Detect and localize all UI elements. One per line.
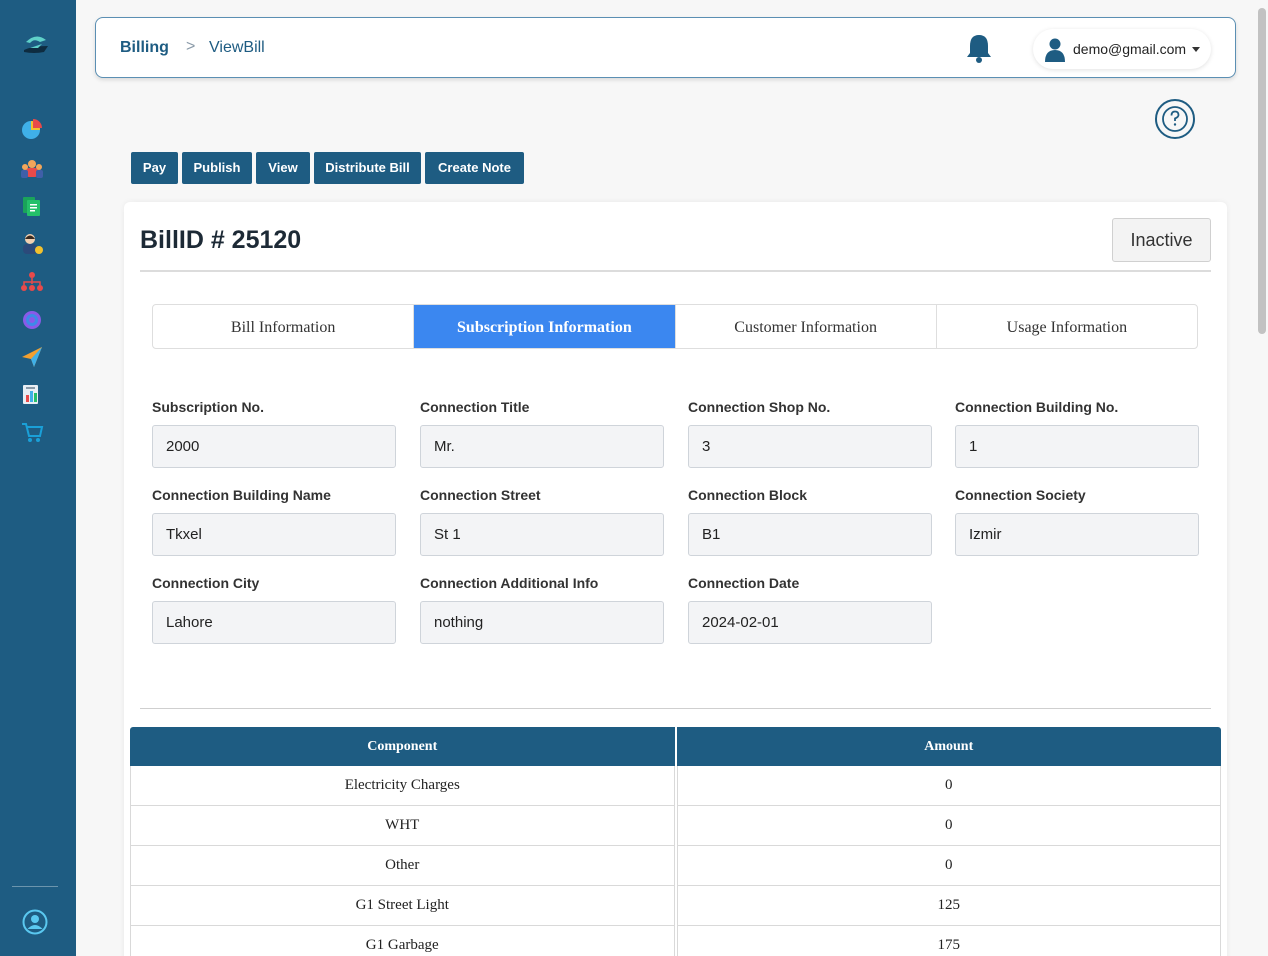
create-note-button[interactable]: Create Note xyxy=(425,152,524,184)
connection-society-label: Connection Society xyxy=(955,487,1086,503)
cart-icon[interactable] xyxy=(20,420,44,444)
connection-shop-no-field[interactable] xyxy=(688,425,932,468)
team-icon[interactable] xyxy=(20,157,44,181)
table-row: G1 Street Light 125 xyxy=(130,886,1221,926)
app-logo-icon[interactable] xyxy=(22,34,50,56)
section-divider xyxy=(140,708,1211,709)
report-icon[interactable] xyxy=(20,383,44,407)
connection-additional-info-label: Connection Additional Info xyxy=(420,575,599,591)
breadcrumb-current: ViewBill xyxy=(209,39,265,56)
profile-icon[interactable] xyxy=(22,909,48,935)
tab-subscription-information[interactable]: Subscription Information xyxy=(414,305,676,348)
table-row: Other 0 xyxy=(130,846,1221,886)
title-divider xyxy=(140,270,1211,272)
table-row: Electricity Charges 0 xyxy=(130,766,1221,806)
user-email: demo@gmail.com xyxy=(1073,41,1187,57)
column-header-amount: Amount xyxy=(924,739,974,754)
amount-cell: 0 xyxy=(676,806,1221,846)
customer-icon[interactable] xyxy=(20,232,44,256)
publish-button[interactable]: Publish xyxy=(182,152,252,184)
breadcrumb-separator-icon: > xyxy=(186,38,196,55)
question-mark-icon xyxy=(1162,106,1188,132)
settings-gear-icon[interactable] xyxy=(20,308,44,332)
connection-additional-info-field[interactable] xyxy=(420,601,664,644)
connection-building-name-field[interactable] xyxy=(152,513,396,556)
table-header: Component Amount xyxy=(130,727,1221,766)
amount-cell: 0 xyxy=(676,766,1221,806)
user-menu[interactable]: demo@gmail.com xyxy=(1033,29,1211,69)
page-scrollbar[interactable] xyxy=(1258,8,1266,334)
connection-title-field[interactable] xyxy=(420,425,664,468)
connection-street-label: Connection Street xyxy=(420,487,541,503)
connection-block-field[interactable] xyxy=(688,513,932,556)
notification-bell-icon[interactable] xyxy=(964,32,994,64)
top-header: Billing > ViewBill demo@gmail.com xyxy=(95,17,1236,78)
connection-date-field[interactable] xyxy=(688,601,932,644)
help-icon[interactable] xyxy=(1155,99,1195,139)
connection-building-no-field[interactable] xyxy=(955,425,1199,468)
component-cell: WHT xyxy=(130,806,675,846)
column-header-component: Component xyxy=(130,727,677,766)
tab-bill-information[interactable]: Bill Information xyxy=(153,305,415,348)
dashboard-pie-icon[interactable] xyxy=(20,117,44,141)
sidebar-divider xyxy=(12,886,58,887)
connection-building-name-label: Connection Building Name xyxy=(152,487,331,503)
info-tabs: Bill Information Subscription Informatio… xyxy=(152,304,1198,349)
distribute-bill-button[interactable]: Distribute Bill xyxy=(314,152,421,184)
sidebar xyxy=(0,0,76,956)
component-cell: G1 Street Light xyxy=(130,886,675,926)
subscription-no-label: Subscription No. xyxy=(152,399,264,415)
connection-city-field[interactable] xyxy=(152,601,396,644)
tab-usage-information[interactable]: Usage Information xyxy=(937,305,1197,348)
user-icon xyxy=(1045,38,1065,62)
connection-building-no-label: Connection Building No. xyxy=(955,399,1119,415)
hierarchy-icon[interactable] xyxy=(20,270,44,294)
component-cell: Other xyxy=(130,846,675,886)
component-cell: Electricity Charges xyxy=(130,766,675,806)
status-button[interactable]: Inactive xyxy=(1112,218,1211,262)
bill-title: BillID # 25120 xyxy=(140,226,302,254)
chevron-down-icon xyxy=(1192,47,1200,52)
bill-card: BillID # 25120 Inactive Bill Information… xyxy=(124,202,1227,956)
table-row: WHT 0 xyxy=(130,806,1221,846)
view-button[interactable]: View xyxy=(256,152,310,184)
connection-street-field[interactable] xyxy=(420,513,664,556)
subscription-no-field[interactable] xyxy=(152,425,396,468)
components-table: Component Amount Electricity Charges 0 W… xyxy=(130,727,1221,956)
connection-shop-no-label: Connection Shop No. xyxy=(688,399,831,415)
component-cell: G1 Garbage xyxy=(130,926,675,956)
amount-cell: 125 xyxy=(676,886,1221,926)
connection-date-label: Connection Date xyxy=(688,575,800,591)
connection-city-label: Connection City xyxy=(152,575,260,591)
amount-cell: 175 xyxy=(676,926,1221,956)
connection-block-label: Connection Block xyxy=(688,487,808,503)
connection-title-label: Connection Title xyxy=(420,399,530,415)
connection-society-field[interactable] xyxy=(955,513,1199,556)
table-row: G1 Garbage 175 xyxy=(130,926,1221,956)
breadcrumb-billing[interactable]: Billing xyxy=(120,39,169,57)
document-icon[interactable] xyxy=(20,194,44,218)
pay-button[interactable]: Pay xyxy=(131,152,178,184)
amount-cell: 0 xyxy=(676,846,1221,886)
tab-customer-information[interactable]: Customer Information xyxy=(676,305,937,348)
send-plane-icon[interactable] xyxy=(20,345,44,369)
